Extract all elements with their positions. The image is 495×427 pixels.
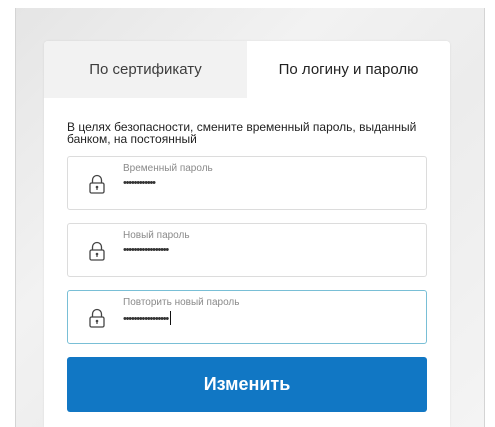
security-notice: В целях безопасности, смените временный … xyxy=(67,120,417,146)
temporary-password-field[interactable]: Временный пароль •••••••••••• xyxy=(67,156,427,210)
tab-certificate[interactable]: По сертификату xyxy=(44,41,247,98)
new-password-input[interactable]: ••••••••••••••••• xyxy=(123,244,169,258)
repeat-password-label: Повторить новый пароль xyxy=(123,297,240,308)
lock-icon xyxy=(89,308,105,328)
change-password-card: По сертификату По логину и паролю В целя… xyxy=(44,41,450,427)
auth-tabs: По сертификату По логину и паролю xyxy=(44,41,450,98)
temporary-password-label: Временный пароль xyxy=(123,163,213,174)
new-password-label: Новый пароль xyxy=(123,230,190,241)
text-caret xyxy=(170,311,172,325)
repeat-password-dots: ••••••••••••••••• xyxy=(123,313,169,325)
form-content: В целях безопасности, смените временный … xyxy=(44,98,450,412)
new-password-field[interactable]: Новый пароль ••••••••••••••••• xyxy=(67,223,427,277)
repeat-password-field[interactable]: Повторить новый пароль ••••••••••••••••• xyxy=(67,290,427,344)
lock-icon xyxy=(89,174,105,194)
repeat-password-input[interactable]: ••••••••••••••••• xyxy=(123,311,172,325)
change-button[interactable]: Изменить xyxy=(67,357,427,412)
tab-login-password[interactable]: По логину и паролю xyxy=(247,41,450,98)
temporary-password-input[interactable]: •••••••••••• xyxy=(123,177,156,191)
lock-icon xyxy=(89,241,105,261)
